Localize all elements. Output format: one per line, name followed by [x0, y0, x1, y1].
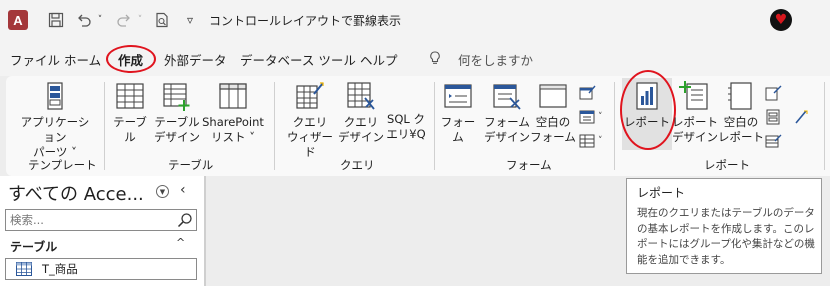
query-wizard-label: クエリ ウィザード	[287, 115, 333, 159]
application-parts-button[interactable]: アプリケーション パーツ ˅	[20, 80, 90, 160]
report-tooltip: レポート 現在のクエリまたはテーブルのデータの基本レポートを作成します。このレポ…	[626, 178, 822, 274]
report-icon	[636, 82, 658, 110]
application-parts-label: アプリケーション パーツ ˅	[20, 115, 90, 159]
blank-report-icon	[728, 82, 752, 110]
group-label-forms: フォーム	[506, 158, 552, 172]
sql-query-label: SQL ク エリ¥Q	[386, 112, 426, 141]
tooltip-body: 現在のクエリまたはテーブルのデータの基本レポートを作成します。このレポートにはグ…	[637, 207, 815, 266]
search-icon[interactable]	[177, 212, 193, 228]
report-wizard-icon[interactable]	[764, 84, 782, 102]
account-avatar[interactable]: ♥	[770, 9, 792, 31]
query-wizard-icon	[296, 82, 324, 109]
undo-icon[interactable]	[74, 10, 94, 30]
sql-query-button[interactable]: SQL ク エリ¥Q	[382, 86, 430, 142]
nav-search-box[interactable]	[5, 209, 197, 231]
group-label-templates: テンプレート	[28, 158, 97, 172]
tab-external-data[interactable]: 外部データ	[164, 50, 227, 69]
group-separator	[274, 82, 275, 170]
save-icon[interactable]	[46, 10, 66, 30]
report-button[interactable]: レポート	[622, 78, 672, 150]
group-separator	[434, 82, 435, 170]
table-design-icon	[163, 83, 190, 111]
table-design-button[interactable]: テーブル デザイン	[152, 80, 202, 145]
table-button[interactable]: テーブル	[108, 80, 152, 145]
tooltip-title: レポート	[637, 186, 686, 200]
group-separator	[614, 82, 615, 170]
nav-item-label: T_商品	[42, 262, 78, 276]
ribbon-tabs: ファイル ホーム 作成 外部データ データベース ツール ヘルプ 何をしますか	[0, 40, 830, 76]
application-parts-icon	[47, 82, 63, 110]
labels-icon[interactable]	[764, 108, 782, 126]
redo-dropdown-icon[interactable]: ˅	[134, 10, 146, 30]
report-design-icon	[679, 81, 708, 110]
tab-database-tools[interactable]: データベース ツール	[240, 50, 356, 69]
nav-pane-menu-icon[interactable]: ▼	[156, 185, 169, 198]
blank-form-button[interactable]: 空白の フォーム	[530, 80, 576, 145]
tab-create[interactable]: 作成	[118, 50, 143, 69]
ribbon: アプリケーション パーツ ˅ テンプレート テーブル テーブル デザイン Sha…	[6, 70, 830, 176]
query-wizard-button[interactable]: クエリ ウィザード	[282, 80, 338, 160]
more-forms-dropdown-icon[interactable]: ˅	[598, 136, 603, 146]
table-icon	[116, 83, 144, 109]
group-label-tables: テーブル	[168, 158, 214, 172]
multiple-items-report-icon[interactable]	[764, 132, 782, 150]
form-wizard-icon[interactable]	[578, 84, 596, 102]
table-label: テーブル	[113, 115, 147, 144]
section-collapse-icon[interactable]: ^	[176, 236, 185, 249]
form-design-label: フォーム デザイン	[484, 115, 530, 144]
table-design-label: テーブル デザイン	[154, 115, 200, 144]
report-wizard-secondary-icon[interactable]	[792, 108, 810, 126]
tab-help[interactable]: ヘルプ	[360, 50, 398, 69]
redo-icon[interactable]	[114, 10, 134, 30]
query-design-icon	[347, 82, 375, 110]
print-preview-icon[interactable]	[152, 10, 172, 30]
title-bar: A ˅ ˅ ▿ コントロールレイアウトで罫線表示 ♥	[0, 0, 830, 40]
navigation-form-dropdown-icon[interactable]: ˅	[598, 112, 603, 122]
form-design-button[interactable]: フォーム デザイン	[482, 80, 532, 145]
table-object-icon	[16, 262, 32, 276]
customize-qat-icon[interactable]: ▿	[180, 10, 200, 30]
more-forms-icon[interactable]	[578, 132, 596, 150]
nav-section-tables[interactable]: テーブル	[10, 238, 57, 255]
sharepoint-list-label: SharePoint リスト ˅	[202, 115, 264, 144]
nav-pane-border	[204, 176, 206, 286]
blank-form-icon	[539, 84, 567, 108]
report-label: レポート	[624, 115, 670, 129]
nav-pane-title[interactable]: すべての Acce...	[8, 180, 144, 206]
form-design-icon	[493, 84, 521, 110]
sharepoint-list-button[interactable]: SharePoint リスト ˅	[200, 80, 266, 145]
navigation-form-icon[interactable]	[578, 108, 596, 126]
group-label-reports: レポート	[704, 158, 750, 172]
blank-form-label: 空白の フォーム	[530, 115, 576, 144]
report-design-button[interactable]: レポート デザイン	[670, 80, 720, 145]
form-label: フォーム	[440, 115, 476, 144]
group-separator	[824, 82, 825, 170]
window-title: コントロールレイアウトで罫線表示	[209, 14, 402, 28]
form-button[interactable]: フォーム	[438, 80, 478, 145]
blank-report-button[interactable]: 空白の レポート	[718, 80, 764, 145]
navigation-pane: すべての Acce... ▼ ‹ テーブル ^ T_商品	[0, 176, 204, 286]
group-separator	[104, 82, 105, 170]
undo-dropdown-icon[interactable]: ˅	[94, 10, 106, 30]
collapse-nav-icon[interactable]: ‹	[180, 182, 186, 198]
tab-home[interactable]: ホーム	[64, 50, 101, 69]
tab-file[interactable]: ファイル	[10, 50, 60, 69]
group-label-queries: クエリ	[340, 158, 375, 172]
lightbulb-icon	[430, 51, 440, 64]
report-design-label: レポート デザイン	[672, 115, 718, 144]
nav-item-table[interactable]: T_商品	[5, 258, 197, 280]
tell-me-label: 何をしますか	[458, 53, 534, 68]
blank-report-label: 空白の レポート	[718, 115, 764, 144]
nav-search-input[interactable]	[6, 210, 171, 230]
access-logo: A	[8, 10, 28, 30]
query-design-label: クエリ デザイン	[338, 115, 384, 144]
query-design-button[interactable]: クエリ デザイン	[338, 80, 384, 145]
form-icon	[444, 84, 472, 108]
sharepoint-list-icon	[219, 83, 247, 109]
